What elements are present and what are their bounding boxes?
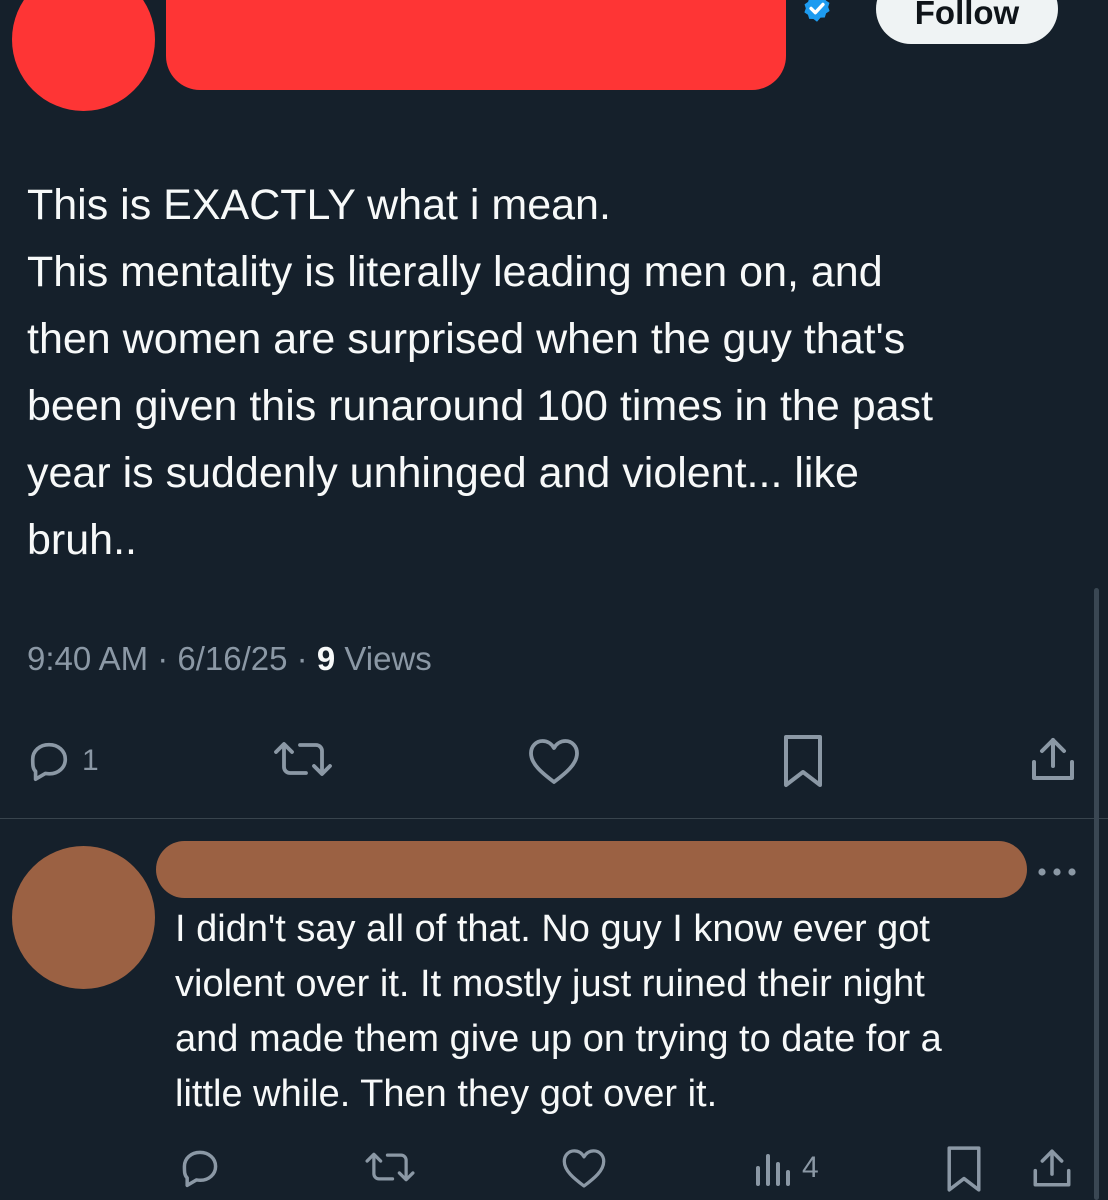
reply-like-button[interactable] (560, 1146, 608, 1190)
tweet-meta: 9:40 AM · 6/16/25 · 9 Views (27, 640, 432, 678)
retweet-button[interactable] (270, 735, 336, 783)
retweet-icon (274, 742, 332, 776)
reply-text-line: violent over it. It mostly just ruined t… (175, 963, 925, 1005)
reply-text-line: and made them give up on trying to date … (175, 1018, 942, 1060)
more-icon[interactable] (1034, 858, 1080, 886)
verified-badge-icon (804, 0, 830, 22)
tweet-text: This is EXACTLY what i mean. This mental… (27, 172, 1087, 574)
views-count: 4 (802, 1151, 819, 1184)
like-icon (562, 1149, 606, 1188)
reply-author-name-redacted[interactable] (156, 841, 1027, 898)
bookmark-icon (947, 1146, 981, 1192)
views-label: Views (344, 640, 432, 677)
reply-icon (182, 1150, 218, 1188)
tweet-text-line: bruh.. (27, 516, 137, 564)
like-button[interactable] (526, 736, 582, 786)
reply-retweet-button[interactable] (362, 1146, 418, 1188)
reply-text: I didn't say all of that. No guy I know … (175, 902, 1095, 1122)
meta-separator: · (148, 640, 178, 677)
reply-text-line: I didn't say all of that. No guy I know … (175, 908, 930, 950)
scrollbar[interactable] (1094, 588, 1099, 1200)
reply-author-avatar-redacted[interactable] (12, 846, 155, 989)
reply-views-button[interactable]: 4 (752, 1148, 819, 1188)
tweet-text-line: then women are surprised when the guy th… (27, 315, 906, 363)
share-icon (1032, 738, 1074, 780)
meta-separator: · (287, 640, 317, 677)
bookmark-button[interactable] (780, 733, 826, 789)
author-avatar-redacted[interactable] (12, 0, 155, 111)
tweet-time[interactable]: 9:40 AM (27, 640, 148, 677)
share-button[interactable] (1028, 734, 1078, 784)
author-name-redacted[interactable] (166, 0, 786, 90)
reply-share-button[interactable] (1030, 1146, 1074, 1190)
like-icon (529, 739, 579, 784)
bookmark-icon (784, 735, 822, 787)
views-count: 9 (316, 640, 336, 677)
reply-reply-button[interactable] (178, 1146, 222, 1190)
tweet-text-line: This mentality is literally leading men … (27, 248, 883, 296)
divider (0, 818, 1108, 819)
tweet-text-line: year is suddenly unhinged and violent...… (27, 449, 859, 497)
reply-text-line: little while. Then they got over it. (175, 1073, 718, 1115)
reply-count: 1 (82, 744, 99, 777)
tweet-text-line: This is EXACTLY what i mean. (27, 181, 611, 229)
reply-icon (30, 742, 68, 782)
follow-button[interactable]: Follow (876, 0, 1058, 44)
tweet-date[interactable]: 6/16/25 (177, 640, 287, 677)
tweet-text-line: been given this runaround 100 times in t… (27, 382, 933, 430)
reply-bookmark-button[interactable] (944, 1144, 984, 1194)
retweet-icon (365, 1152, 415, 1182)
reply-button[interactable]: 1 (26, 738, 99, 784)
share-icon (1033, 1149, 1071, 1187)
follow-button-label: Follow (914, 0, 1020, 31)
views-icon (756, 1154, 790, 1186)
